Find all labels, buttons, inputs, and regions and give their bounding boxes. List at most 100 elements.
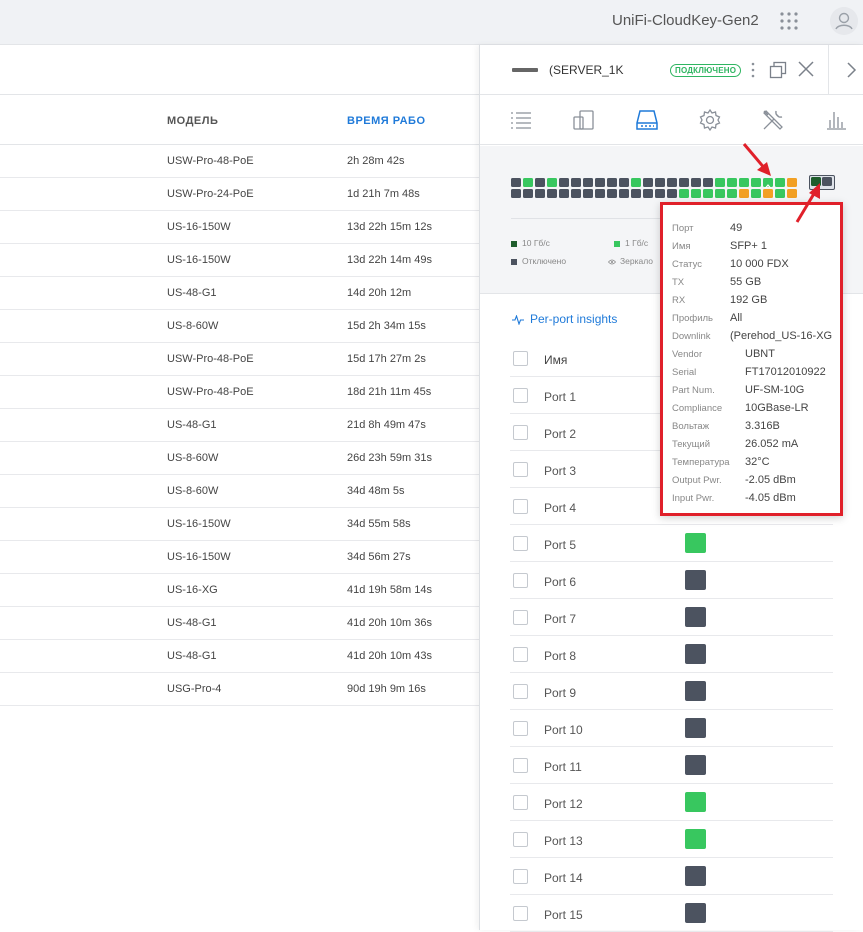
- table-row[interactable]: US-8-60W 26d 23h 59m 31s: [0, 442, 480, 475]
- port-square[interactable]: [547, 178, 557, 187]
- port-square[interactable]: [595, 178, 605, 187]
- port-square[interactable]: [703, 178, 713, 187]
- port-square[interactable]: [607, 189, 617, 198]
- port-checkbox[interactable]: [513, 388, 528, 403]
- select-all-checkbox[interactable]: [513, 351, 528, 366]
- list-item[interactable]: Port 12: [510, 784, 833, 821]
- port-square[interactable]: [619, 189, 629, 198]
- table-row[interactable]: US-16-150W 13d 22h 14m 49s: [0, 244, 480, 277]
- port-checkbox[interactable]: [513, 795, 528, 810]
- list-item[interactable]: Port 11: [510, 747, 833, 784]
- port-square[interactable]: [655, 189, 665, 198]
- more-vertical-icon[interactable]: [750, 61, 756, 79]
- port-square[interactable]: [559, 178, 569, 187]
- table-row[interactable]: US-8-60W 34d 48m 5s: [0, 475, 480, 508]
- port-square[interactable]: [667, 178, 677, 187]
- settings-icon[interactable]: [698, 108, 722, 132]
- port-square[interactable]: [739, 189, 749, 198]
- table-row[interactable]: US-48-G1 41d 20h 10m 43s: [0, 640, 480, 673]
- port-square[interactable]: [643, 178, 653, 187]
- port-square[interactable]: [583, 189, 593, 198]
- port-checkbox[interactable]: [513, 758, 528, 773]
- table-row[interactable]: USW-Pro-24-PoE 1d 21h 7m 48s: [0, 178, 480, 211]
- port-checkbox[interactable]: [513, 573, 528, 588]
- table-row[interactable]: US-48-G1 21d 8h 49m 47s: [0, 409, 480, 442]
- port-square[interactable]: [691, 189, 701, 198]
- port-checkbox[interactable]: [513, 647, 528, 662]
- list-item[interactable]: Port 15: [510, 895, 833, 932]
- port-checkbox[interactable]: [513, 536, 528, 551]
- chevron-right-icon[interactable]: [845, 61, 857, 79]
- port-square[interactable]: [523, 178, 533, 187]
- list-icon[interactable]: [509, 108, 533, 132]
- column-header-name[interactable]: Имя: [544, 353, 567, 367]
- port-square[interactable]: [583, 178, 593, 187]
- close-icon[interactable]: [797, 60, 815, 78]
- popout-icon[interactable]: [769, 61, 787, 79]
- list-item[interactable]: Port 8: [510, 636, 833, 673]
- port-square[interactable]: [511, 189, 521, 198]
- port-square[interactable]: [559, 189, 569, 198]
- table-row[interactable]: USW-Pro-48-PoE 2h 28m 42s: [0, 145, 480, 178]
- list-item[interactable]: Port 14: [510, 858, 833, 895]
- port-square[interactable]: [631, 178, 641, 187]
- port-checkbox[interactable]: [513, 462, 528, 477]
- port-square[interactable]: [535, 178, 545, 187]
- tools-icon[interactable]: [761, 108, 785, 132]
- list-item[interactable]: Port 6: [510, 562, 833, 599]
- port-checkbox[interactable]: [513, 832, 528, 847]
- apps-grid-icon[interactable]: [779, 11, 799, 31]
- port-checkbox[interactable]: [513, 499, 528, 514]
- per-port-insights-link[interactable]: Per-port insights: [512, 312, 617, 326]
- port-square[interactable]: [727, 189, 737, 198]
- port-square[interactable]: [535, 189, 545, 198]
- table-row[interactable]: US-16-150W 34d 56m 27s: [0, 541, 480, 574]
- port-checkbox[interactable]: [513, 721, 528, 736]
- port-checkbox[interactable]: [513, 425, 528, 440]
- table-row[interactable]: USW-Pro-48-PoE 15d 17h 27m 2s: [0, 343, 480, 376]
- port-checkbox[interactable]: [513, 906, 528, 921]
- port-square[interactable]: [547, 189, 557, 198]
- port-square[interactable]: [679, 178, 689, 187]
- ports-icon[interactable]: [635, 108, 659, 132]
- port-square[interactable]: [523, 189, 533, 198]
- port-square[interactable]: [571, 178, 581, 187]
- port-square[interactable]: [715, 189, 725, 198]
- port-square[interactable]: [691, 178, 701, 187]
- port-square[interactable]: [631, 189, 641, 198]
- list-item[interactable]: Port 9: [510, 673, 833, 710]
- port-square[interactable]: [775, 189, 785, 198]
- port-square[interactable]: [595, 189, 605, 198]
- port-square[interactable]: [619, 178, 629, 187]
- stats-icon[interactable]: [824, 108, 848, 132]
- port-checkbox[interactable]: [513, 869, 528, 884]
- port-square[interactable]: [655, 178, 665, 187]
- port-square[interactable]: [715, 178, 725, 187]
- port-square[interactable]: [667, 189, 677, 198]
- port-square[interactable]: [775, 178, 785, 187]
- port-square[interactable]: [727, 178, 737, 187]
- table-row[interactable]: US-16-150W 34d 55m 58s: [0, 508, 480, 541]
- table-row[interactable]: US-16-150W 13d 22h 15m 12s: [0, 211, 480, 244]
- port-square[interactable]: [703, 189, 713, 198]
- port-square[interactable]: [607, 178, 617, 187]
- port-square[interactable]: [643, 189, 653, 198]
- table-row[interactable]: US-48-G1 41d 20h 10m 36s: [0, 607, 480, 640]
- table-row[interactable]: US-48-G1 14d 20h 12m: [0, 277, 480, 310]
- port-square[interactable]: [511, 178, 521, 187]
- port-square[interactable]: [763, 189, 773, 198]
- table-row[interactable]: US-16-XG 41d 19h 58m 14s: [0, 574, 480, 607]
- table-row[interactable]: USG-Pro-4 90d 19h 9m 16s: [0, 673, 480, 706]
- column-header-model[interactable]: МОДЕЛЬ: [167, 115, 218, 127]
- list-item[interactable]: Port 7: [510, 599, 833, 636]
- list-item[interactable]: Port 5: [510, 525, 833, 562]
- port-checkbox[interactable]: [513, 684, 528, 699]
- list-item[interactable]: Port 13: [510, 821, 833, 858]
- port-square[interactable]: [571, 189, 581, 198]
- table-row[interactable]: USW-Pro-48-PoE 18d 21h 11m 45s: [0, 376, 480, 409]
- port-checkbox[interactable]: [513, 610, 528, 625]
- port-square[interactable]: [679, 189, 689, 198]
- list-item[interactable]: Port 10: [510, 710, 833, 747]
- table-row[interactable]: US-8-60W 15d 2h 34m 15s: [0, 310, 480, 343]
- user-avatar-icon[interactable]: [830, 7, 858, 35]
